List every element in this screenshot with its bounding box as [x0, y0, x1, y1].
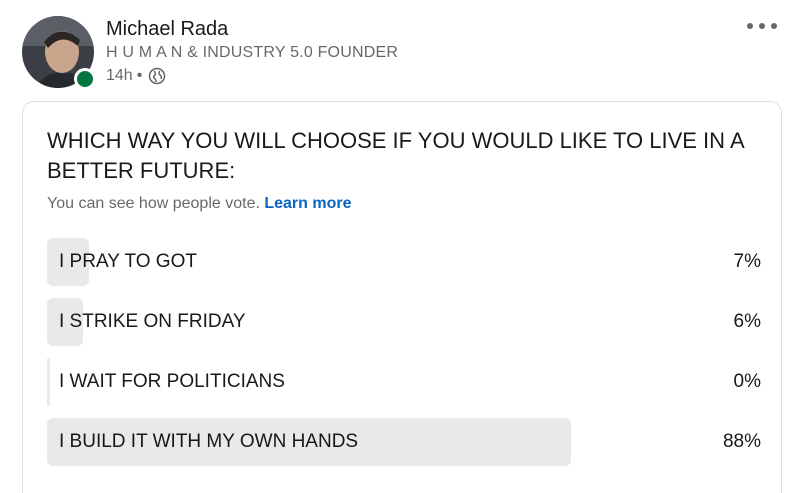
post-header: Michael Rada H U M A N & INDUSTRY 5.0 FO…: [22, 12, 782, 92]
poll-question: WHICH WAY YOU WILL CHOOSE IF YOU WOULD L…: [47, 128, 744, 183]
poll-option-label: I BUILD IT WITH MY OWN HANDS: [59, 431, 359, 452]
poll-option-percent: 6%: [733, 311, 761, 332]
author-avatar-container[interactable]: [22, 16, 96, 90]
poll-option-bar: [47, 358, 50, 406]
poll-card: WHICH WAY YOU WILL CHOOSE IF YOU WOULD L…: [22, 101, 782, 493]
poll-option[interactable]: I PRAY TO GOT 7%: [47, 238, 761, 286]
poll-option-label: I PRAY TO GOT: [59, 251, 197, 272]
poll-option-percent: 0%: [733, 371, 761, 392]
post-meta: 14h •: [106, 64, 398, 88]
more-options-icon: [747, 23, 777, 29]
poll-option-label: I STRIKE ON FRIDAY: [59, 311, 246, 332]
learn-more-link[interactable]: Learn more: [264, 195, 351, 212]
poll-option-label: I WAIT FOR POLITICIANS: [59, 371, 285, 392]
globe-icon: [148, 67, 166, 85]
online-status-indicator: [74, 68, 96, 90]
author-info: Michael Rada H U M A N & INDUSTRY 5.0 FO…: [106, 16, 398, 88]
author-name[interactable]: Michael Rada: [106, 16, 398, 42]
meta-separator: •: [136, 67, 143, 84]
author-headline: H U M A N & INDUSTRY 5.0 FOUNDER: [106, 44, 399, 61]
poll-visibility-note: You can see how people vote. Learn more: [47, 192, 352, 216]
poll-option[interactable]: I WAIT FOR POLITICIANS 0%: [47, 358, 761, 406]
poll-option[interactable]: I BUILD IT WITH MY OWN HANDS 88%: [47, 418, 761, 466]
feed-post: Michael Rada H U M A N & INDUSTRY 5.0 FO…: [0, 0, 799, 493]
post-time: 14h: [106, 67, 133, 84]
more-options-button[interactable]: [742, 14, 782, 38]
poll-option[interactable]: I STRIKE ON FRIDAY 6%: [47, 298, 761, 346]
poll-option-percent: 7%: [733, 251, 761, 272]
poll-visibility-text: You can see how people vote.: [47, 195, 260, 212]
poll-option-percent: 88%: [722, 431, 761, 452]
